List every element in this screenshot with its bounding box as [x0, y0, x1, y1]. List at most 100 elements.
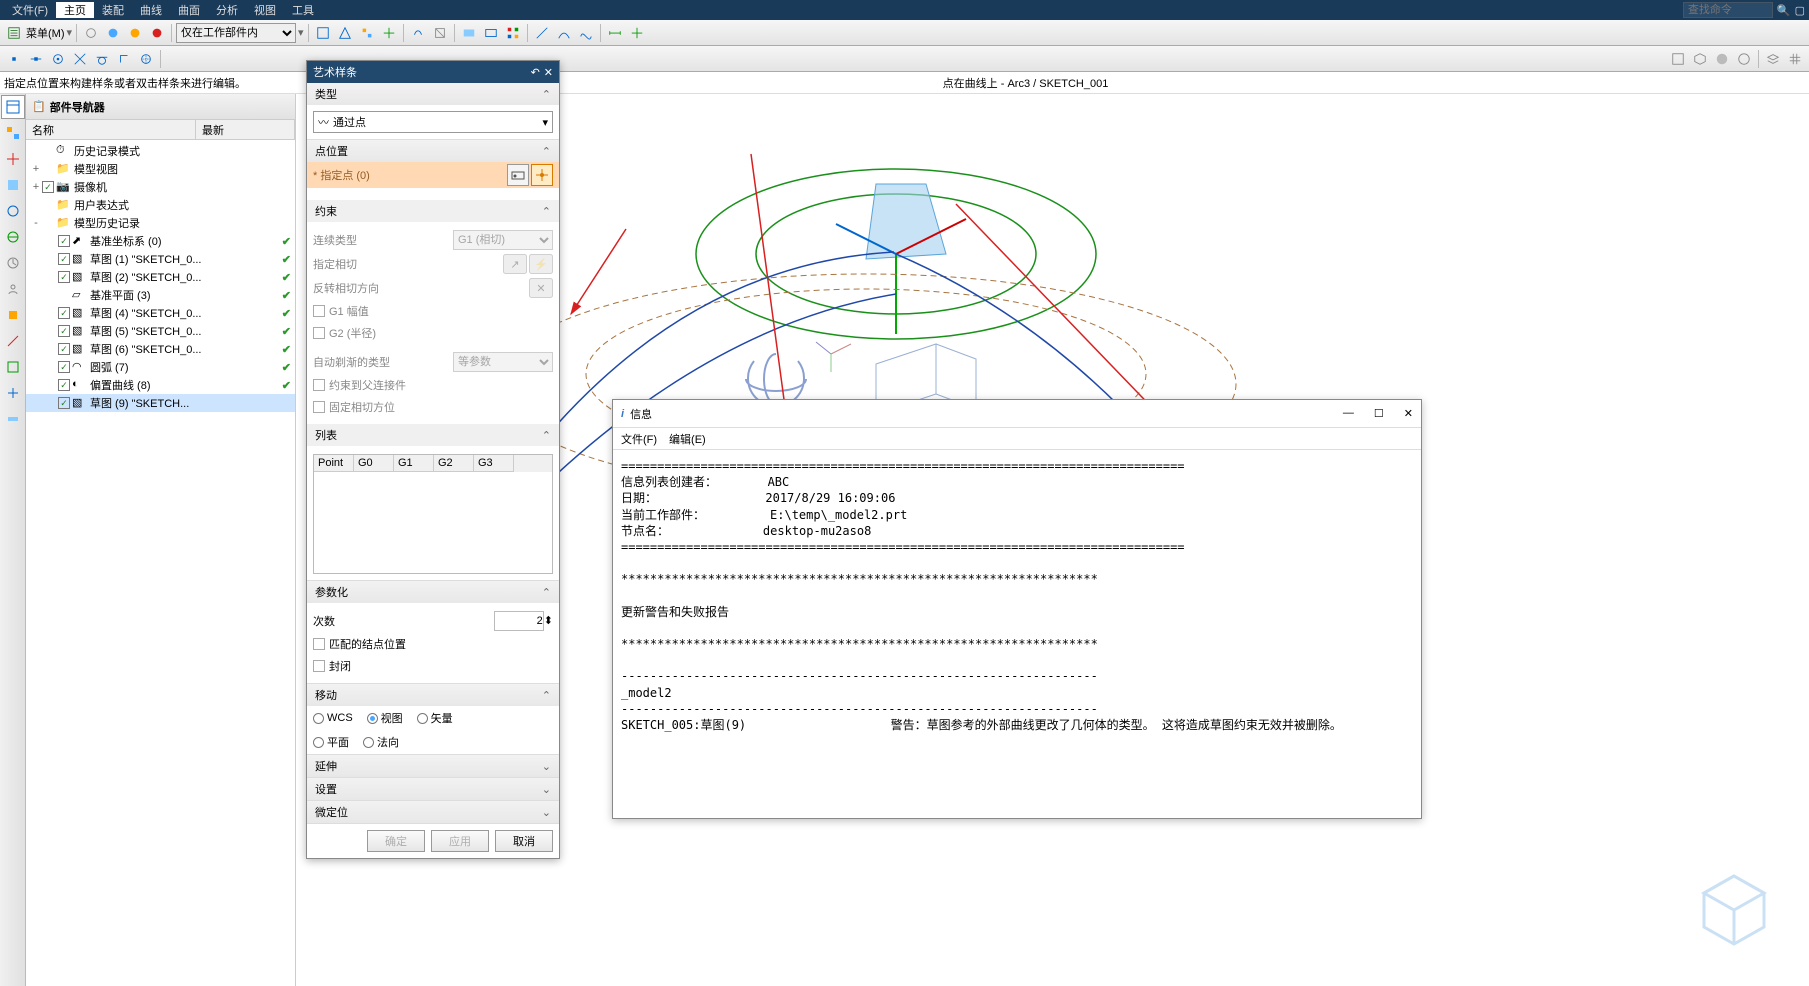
tree-checkbox[interactable]: ✓ [58, 343, 70, 355]
filter-orange-icon[interactable] [125, 23, 145, 43]
tree-row[interactable]: ✓▧草图 (9) "SKETCH... [26, 394, 295, 412]
resource-4-icon[interactable] [1, 381, 25, 405]
info-menu-edit[interactable]: 编辑(E) [669, 431, 706, 447]
move-wcs-radio[interactable]: WCS [313, 710, 353, 726]
tree-checkbox[interactable]: ✓ [58, 325, 70, 337]
snap-mid-icon[interactable] [26, 49, 46, 69]
resource-5-icon[interactable] [1, 407, 25, 431]
constrain-end-checkbox[interactable] [313, 379, 325, 391]
info-body[interactable]: ========================================… [613, 450, 1421, 818]
tb-display-2[interactable] [481, 23, 501, 43]
view-iso-icon[interactable] [1690, 49, 1710, 69]
tree-checkbox[interactable]: ✓ [58, 253, 70, 265]
menu-tools[interactable]: 工具 [284, 2, 322, 18]
resource-roles-icon[interactable] [1, 277, 25, 301]
info-maximize-icon[interactable]: ☐ [1374, 407, 1384, 420]
section-micro-header[interactable]: 微定位⌄ [307, 801, 559, 823]
snap-endpoint-icon[interactable] [4, 49, 24, 69]
tree-checkbox[interactable]: ✓ [58, 379, 70, 391]
menu-home[interactable]: 主页 [56, 2, 94, 18]
tree-row[interactable]: ✓▧草图 (5) "SKETCH_0...✔ [26, 322, 295, 340]
closed-checkbox[interactable] [313, 660, 325, 672]
tb-sel-4[interactable] [379, 23, 399, 43]
dialog-undo-icon[interactable]: ↶ [531, 66, 540, 79]
move-view-radio[interactable]: 视图 [367, 710, 403, 726]
tb-arc-icon[interactable] [554, 23, 574, 43]
resource-navigator-icon[interactable] [1, 95, 25, 119]
tree-row[interactable]: ✓◐偏置曲线 (8)✔ [26, 376, 295, 394]
tree-row[interactable]: ✓⬈基准坐标系 (0)✔ [26, 232, 295, 250]
fix-tangent-checkbox[interactable] [313, 401, 325, 413]
menu-dropdown-button[interactable] [4, 23, 24, 43]
tb-constraint-icon[interactable] [627, 23, 647, 43]
resource-1-icon[interactable] [1, 303, 25, 327]
sketch-point-button[interactable] [531, 164, 553, 186]
info-close-icon[interactable]: ✕ [1404, 407, 1413, 420]
menu-assembly[interactable]: 装配 [94, 2, 132, 18]
tree-checkbox[interactable]: ✓ [58, 271, 70, 283]
view-fit-icon[interactable] [1668, 49, 1688, 69]
tb-display-1[interactable] [459, 23, 479, 43]
menu-curve[interactable]: 曲线 [132, 2, 170, 18]
menu-file[interactable]: 文件(F) [4, 2, 56, 18]
move-normal-radio[interactable]: 法向 [363, 734, 399, 750]
tree-row[interactable]: +📁模型视图 [26, 160, 295, 178]
apply-button[interactable]: 应用 [431, 830, 489, 852]
resource-browser-icon[interactable] [1, 225, 25, 249]
tb-sel-2[interactable] [335, 23, 355, 43]
tb-sel-3[interactable] [357, 23, 377, 43]
tree-row[interactable]: -📁模型历史记录 [26, 214, 295, 232]
section-settings-header[interactable]: 设置⌄ [307, 778, 559, 800]
specify-points-row[interactable]: * 指定点 (0) [307, 162, 559, 188]
continuity-select[interactable]: G1 (相切) [453, 230, 553, 250]
tree-checkbox[interactable]: ✓ [58, 307, 70, 319]
section-move-header[interactable]: 移动⌃ [307, 684, 559, 706]
snap-tangent-icon[interactable] [92, 49, 112, 69]
tb-sel-1[interactable] [313, 23, 333, 43]
move-plane-radio[interactable]: 平面 [313, 734, 349, 750]
section-constraint-header[interactable]: 约束⌃ [307, 200, 559, 222]
view-shade-icon[interactable] [1712, 49, 1732, 69]
degree-input[interactable] [494, 611, 544, 631]
navigator-tree[interactable]: ⏱历史记录模式+📁模型视图+✓📷摄像机📁用户表达式-📁模型历史记录✓⬈基准坐标系… [26, 140, 295, 986]
menu-surface[interactable]: 曲面 [170, 2, 208, 18]
g1-checkbox[interactable] [313, 305, 325, 317]
tree-checkbox[interactable]: ✓ [58, 361, 70, 373]
tb-sel-6[interactable] [430, 23, 450, 43]
cancel-button[interactable]: 取消 [495, 830, 553, 852]
auto-type-select[interactable]: 等参数 [453, 352, 553, 372]
section-extend-header[interactable]: 延伸⌄ [307, 755, 559, 777]
grid-icon[interactable] [1785, 49, 1805, 69]
menu-analysis[interactable]: 分析 [208, 2, 246, 18]
command-search-input[interactable] [1683, 2, 1773, 18]
tb-sel-5[interactable] [408, 23, 428, 43]
tree-checkbox[interactable]: ✓ [42, 181, 54, 193]
g2-checkbox[interactable] [313, 327, 325, 339]
snap-quad-icon[interactable] [136, 49, 156, 69]
filter-blue-icon[interactable] [103, 23, 123, 43]
section-pointloc-header[interactable]: 点位置⌃ [307, 140, 559, 162]
match-knot-checkbox[interactable] [313, 638, 325, 650]
type-select[interactable]: 〰 通过点 ▾ [313, 111, 553, 133]
info-minimize-icon[interactable]: — [1343, 407, 1354, 420]
menu-label[interactable]: 菜单(M) [26, 25, 65, 41]
resource-2-icon[interactable] [1, 329, 25, 353]
resource-history-icon[interactable] [1, 251, 25, 275]
ok-button[interactable]: 确定 [367, 830, 425, 852]
reverse-tangent-button[interactable]: ✕ [529, 278, 553, 298]
point-dialog-button[interactable] [507, 164, 529, 186]
section-type-header[interactable]: 类型⌃ [307, 83, 559, 105]
tree-row[interactable]: ▱基准平面 (3)✔ [26, 286, 295, 304]
tangent-vector-button[interactable]: ↗ [503, 254, 527, 274]
point-list-table[interactable]: Point G0 G1 G2 G3 [313, 454, 553, 574]
snap-perp-icon[interactable] [114, 49, 134, 69]
info-titlebar[interactable]: i 信息 — ☐ ✕ [613, 400, 1421, 428]
resource-3-icon[interactable] [1, 355, 25, 379]
resource-hd3d-icon[interactable] [1, 199, 25, 223]
snap-intersect-icon[interactable] [70, 49, 90, 69]
window-control-icon[interactable]: ▢ [1795, 4, 1805, 17]
resource-assembly-icon[interactable] [1, 121, 25, 145]
tb-line-icon[interactable] [532, 23, 552, 43]
tree-row[interactable]: 📁用户表达式 [26, 196, 295, 214]
tree-row[interactable]: ✓▧草图 (6) "SKETCH_0...✔ [26, 340, 295, 358]
